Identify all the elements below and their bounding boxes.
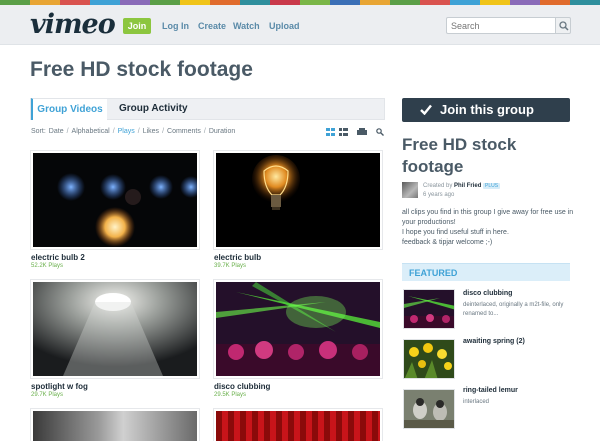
list-view-icon[interactable] bbox=[339, 128, 348, 136]
search-icon bbox=[559, 21, 569, 31]
tv-view-icon[interactable] bbox=[357, 128, 367, 136]
group-description: all clips you find in this group I give … bbox=[402, 209, 574, 246]
video-image bbox=[33, 153, 197, 247]
join-group-button[interactable]: Join this group bbox=[402, 98, 570, 122]
search-input[interactable] bbox=[446, 17, 556, 34]
video-title[interactable]: electric bulb 2 bbox=[31, 253, 85, 262]
sort-label: Sort: bbox=[31, 128, 46, 135]
checkmark-icon bbox=[420, 104, 432, 115]
created-age: 6 years ago bbox=[423, 192, 455, 198]
sort-plays[interactable]: Plays bbox=[118, 128, 135, 135]
search-button[interactable] bbox=[555, 17, 571, 34]
video-thumb[interactable] bbox=[213, 408, 383, 441]
top-header: vimeo Join Log In Create Watch Upload bbox=[0, 5, 600, 45]
group-tabs: Group Videos Group Activity bbox=[30, 98, 385, 120]
sort-bar: Sort: Date / Alphabetical / Plays / Likes / … bbox=[31, 128, 236, 135]
video-plays: 39.7K Plays bbox=[214, 263, 247, 269]
featured-title[interactable]: ring-tailed lemur bbox=[463, 387, 518, 394]
sort-comments[interactable]: Comments bbox=[167, 128, 201, 135]
nav-watch[interactable]: Watch bbox=[233, 21, 260, 31]
video-title[interactable]: spotlight w fog bbox=[31, 382, 88, 391]
video-thumb-electric-bulb[interactable] bbox=[213, 150, 383, 250]
nav-login[interactable]: Log In bbox=[162, 21, 189, 31]
video-image bbox=[33, 411, 197, 441]
tab-group-activity[interactable]: Group Activity bbox=[119, 99, 188, 119]
video-image bbox=[216, 153, 380, 247]
creator-name[interactable]: Phil Fried bbox=[454, 183, 481, 189]
sort-alphabetical[interactable]: Alphabetical bbox=[72, 128, 110, 135]
video-title[interactable]: disco clubbing bbox=[214, 382, 270, 391]
video-plays: 29.7K Plays bbox=[31, 392, 64, 398]
created-by: Created by Phil Fried PLUS bbox=[423, 183, 501, 189]
video-image bbox=[216, 282, 380, 376]
page-title: Free HD stock footage bbox=[30, 58, 253, 81]
search-videos-icon[interactable] bbox=[376, 128, 384, 136]
join-group-label: Join this group bbox=[440, 102, 534, 117]
group-title: Free HD stock footage bbox=[402, 135, 517, 176]
join-button[interactable]: Join bbox=[123, 18, 151, 34]
video-thumb-spotlight-w-fog[interactable] bbox=[30, 279, 200, 379]
nav-create[interactable]: Create bbox=[198, 21, 226, 31]
avatar[interactable] bbox=[402, 182, 418, 198]
featured-thumb-lemur[interactable] bbox=[403, 389, 455, 429]
video-thumb[interactable] bbox=[30, 408, 200, 441]
featured-desc: deinterlaced, originally a m2t-file, onl… bbox=[463, 302, 564, 317]
video-image bbox=[216, 411, 380, 441]
video-plays: 52.2K Plays bbox=[31, 263, 64, 269]
video-title[interactable]: electric bulb bbox=[214, 253, 261, 262]
featured-thumb-disco[interactable] bbox=[403, 289, 455, 329]
featured-thumb-spring[interactable] bbox=[403, 339, 455, 379]
sort-duration[interactable]: Duration bbox=[209, 128, 235, 135]
video-plays: 29.5K Plays bbox=[214, 392, 247, 398]
vimeo-logo[interactable]: vimeo bbox=[30, 9, 116, 40]
sort-date[interactable]: Date bbox=[49, 128, 64, 135]
video-thumb-electric-bulb-2[interactable] bbox=[30, 150, 200, 250]
created-by-prefix: Created by bbox=[423, 183, 453, 189]
plus-badge: PLUS bbox=[483, 183, 501, 189]
featured-desc: interlaced bbox=[463, 399, 490, 405]
video-image bbox=[33, 282, 197, 376]
nav-upload[interactable]: Upload bbox=[269, 21, 300, 31]
featured-title[interactable]: disco clubbing bbox=[463, 290, 512, 297]
grid-view-icon[interactable] bbox=[326, 128, 335, 136]
featured-title[interactable]: awaiting spring (2) bbox=[463, 338, 525, 345]
sort-likes[interactable]: Likes bbox=[143, 128, 159, 135]
tab-group-videos[interactable]: Group Videos bbox=[31, 98, 107, 120]
video-thumb-disco-clubbing[interactable] bbox=[213, 279, 383, 379]
featured-heading: FEATURED bbox=[402, 263, 570, 281]
